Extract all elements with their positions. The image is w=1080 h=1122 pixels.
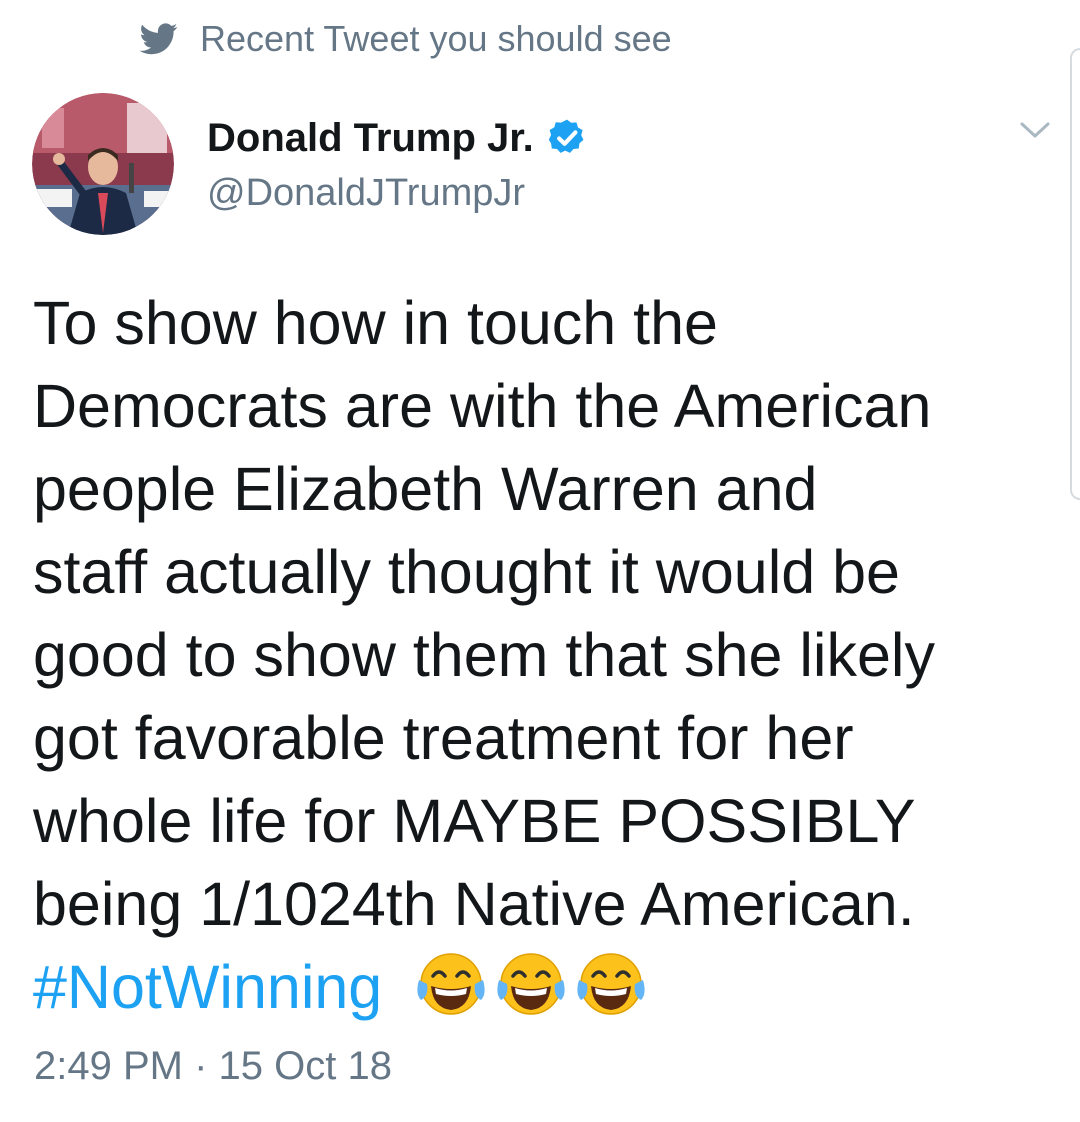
- author-name[interactable]: Donald Trump Jr.: [207, 116, 534, 161]
- tweet-line: To show how in touch the: [33, 289, 718, 357]
- hashtag-link[interactable]: #NotWinning: [33, 953, 382, 1021]
- recent-tweet-context: Recent Tweet you should see: [140, 14, 672, 64]
- tweet-line: whole life for MAYBE POSSIBLY: [33, 787, 916, 855]
- tweet-line: being 1/1024th Native American.: [33, 870, 915, 938]
- tweet-line: staff actually thought it would be: [33, 538, 900, 606]
- context-label: Recent Tweet you should see: [200, 18, 672, 59]
- avatar[interactable]: [32, 93, 174, 235]
- author-name-row: Donald Trump Jr.: [207, 110, 588, 166]
- verified-badge-icon: [548, 119, 584, 153]
- face-with-tears-of-joy-icon: [577, 953, 645, 1015]
- face-with-tears-of-joy-icon: [497, 953, 565, 1015]
- hashtag-line: #NotWinning: [33, 946, 1043, 1029]
- tweet-line: people Elizabeth Warren and: [33, 455, 818, 523]
- tweet-line: got favorable treatment for her: [33, 704, 854, 772]
- twitter-bird-icon: [140, 23, 178, 55]
- tweet-timestamp[interactable]: 2:49 PM · 15 Oct 18: [34, 1044, 392, 1089]
- tweet-text: To show how in touch the Democrats are w…: [33, 282, 1043, 1029]
- emoji-group: [413, 950, 649, 1020]
- chevron-down-icon[interactable]: [1018, 118, 1052, 142]
- scroll-edge-divider: [1070, 48, 1080, 500]
- tweet-line: Democrats are with the American: [33, 372, 932, 440]
- author-handle[interactable]: @DonaldJTrumpJr: [207, 172, 525, 215]
- tweet-line: good to show them that she likely: [33, 621, 935, 689]
- face-with-tears-of-joy-icon: [417, 953, 485, 1015]
